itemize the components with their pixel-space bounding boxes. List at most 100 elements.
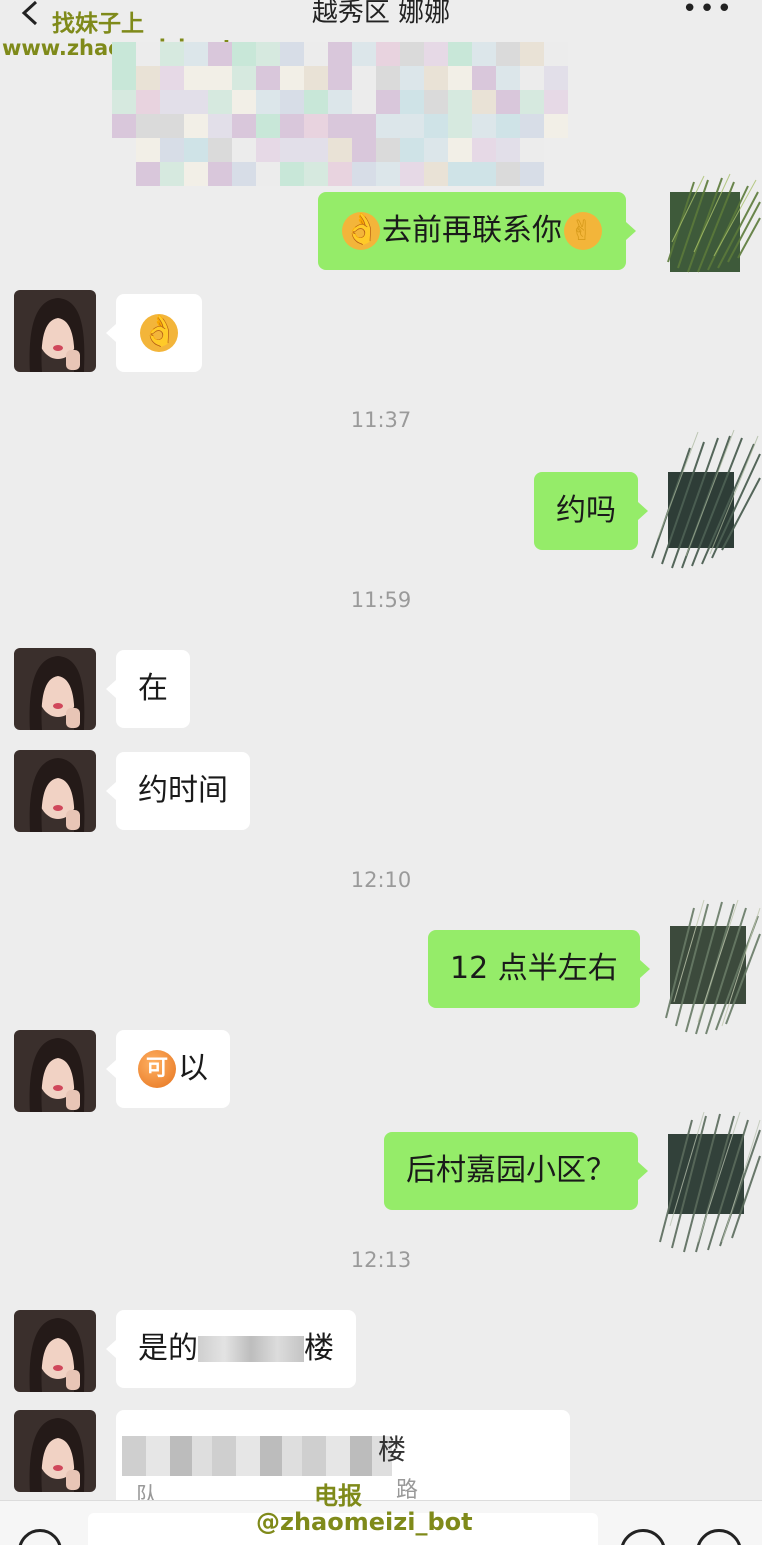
message-text: 去前再联系你 (382, 213, 562, 248)
contact-avatar[interactable] (14, 1030, 96, 1112)
mosaic-tile (328, 138, 352, 162)
mosaic-tile (136, 138, 160, 162)
mosaic-tile (448, 162, 472, 186)
mosaic-tile (304, 114, 328, 138)
mosaic-tile (472, 90, 496, 114)
mosaic-tile (520, 42, 544, 66)
mosaic-tile (160, 162, 184, 186)
plus-button-icon[interactable] (696, 1529, 742, 1545)
mosaic-tile (424, 90, 448, 114)
mosaic-tile (160, 66, 184, 90)
mosaic-tile (304, 162, 328, 186)
mosaic-tile (448, 90, 472, 114)
mosaic-tile (352, 42, 376, 66)
mosaic-tile (208, 138, 232, 162)
message-bubble-incoming[interactable]: 可 以 (106, 1030, 230, 1108)
mosaic-tile (208, 162, 232, 186)
mosaic-tile (136, 90, 160, 114)
scribbled-avatar-self[interactable] (664, 172, 762, 282)
mosaic-tile (520, 138, 544, 162)
victory-hand-emoji-icon (564, 211, 602, 251)
contact-avatar[interactable] (14, 290, 96, 372)
mosaic-tile (472, 66, 496, 90)
message-bubble-incoming[interactable]: 在 (106, 650, 190, 728)
mosaic-tile (328, 66, 352, 90)
message-bubble-incoming[interactable]: 是的 楼 (106, 1310, 356, 1388)
mosaic-tile (496, 138, 520, 162)
mosaic-tile (256, 114, 280, 138)
mosaic-tile (232, 114, 256, 138)
mosaic-tile (400, 90, 424, 114)
mosaic-tile (376, 162, 400, 186)
mosaic-tile (280, 90, 304, 114)
mosaic-tile (496, 66, 520, 90)
mosaic-tile (304, 42, 328, 66)
mosaic-tile (424, 66, 448, 90)
mosaic-tile (424, 42, 448, 66)
mosaic-tile (448, 42, 472, 66)
mosaic-tile (112, 90, 136, 114)
message-timestamp: 11:37 (350, 408, 412, 432)
message-timestamp: 12:13 (350, 1248, 412, 1272)
mosaic-tile (424, 114, 448, 138)
mosaic-tile (256, 42, 280, 66)
mosaic-tile (184, 114, 208, 138)
mosaic-tile (232, 66, 256, 90)
mosaic-tile (232, 162, 256, 186)
mosaic-tile (376, 42, 400, 66)
message-bubble-outgoing[interactable]: 去前再联系你 (318, 192, 636, 270)
mosaic-tile (496, 42, 520, 66)
contact-avatar[interactable] (14, 1310, 96, 1392)
mosaic-tile (472, 114, 496, 138)
scribbled-avatar-self[interactable] (664, 898, 762, 1038)
more-options-icon[interactable]: ••• (682, 0, 734, 22)
mosaic-tile (400, 162, 424, 186)
mosaic-tile (376, 90, 400, 114)
mosaic-tile (280, 66, 304, 90)
message-text: 在 (138, 671, 168, 706)
mosaic-tile (280, 114, 304, 138)
mosaic-tile (256, 90, 280, 114)
mosaic-tile (280, 162, 304, 186)
message-text: 约时间 (138, 773, 228, 808)
contact-avatar[interactable] (14, 1410, 96, 1492)
mosaic-tile (424, 162, 448, 186)
mosaic-tile (520, 66, 544, 90)
voice-input-icon[interactable] (18, 1529, 62, 1545)
mosaic-tile (472, 42, 496, 66)
message-bubble-incoming[interactable] (106, 294, 202, 372)
mosaic-tile (232, 138, 256, 162)
contact-avatar[interactable] (14, 648, 96, 730)
watermark-telegram-label: 电报 (314, 1482, 362, 1510)
mosaic-tile (208, 90, 232, 114)
mosaic-tile (448, 114, 472, 138)
mosaic-tile (544, 42, 568, 66)
emoji-button-icon[interactable] (620, 1529, 666, 1545)
mosaic-tile (136, 114, 160, 138)
message-bubble-outgoing[interactable]: 12 点半左右 (428, 930, 650, 1008)
mosaic-tile (472, 162, 496, 186)
mosaic-tile (496, 162, 520, 186)
mosaic-tile (544, 66, 568, 90)
contact-avatar[interactable] (14, 750, 96, 832)
mosaic-tile (400, 42, 424, 66)
mosaic-tile (352, 90, 376, 114)
message-bubble-incoming[interactable]: 约时间 (106, 752, 250, 830)
message-bubble-outgoing[interactable]: 约吗 (534, 472, 648, 550)
message-bubble-outgoing[interactable]: 后村嘉园小区？ (384, 1132, 648, 1210)
pixelated-image[interactable] (112, 42, 582, 188)
mosaic-tile (232, 90, 256, 114)
ke-coin-emoji-icon: 可 (138, 1050, 176, 1088)
message-text-suffix: 楼 (304, 1331, 334, 1366)
mosaic-tile (544, 90, 568, 114)
mosaic-tile (544, 114, 568, 138)
mosaic-tile (376, 114, 400, 138)
scribbled-avatar-self[interactable] (658, 1110, 762, 1256)
mosaic-tile (256, 162, 280, 186)
mosaic-tile (520, 114, 544, 138)
mosaic-tile (304, 138, 328, 162)
mosaic-tile (136, 42, 160, 66)
mosaic-tile (520, 90, 544, 114)
scribbled-avatar-self[interactable] (650, 428, 762, 574)
ok-hand-emoji-icon (342, 210, 380, 250)
